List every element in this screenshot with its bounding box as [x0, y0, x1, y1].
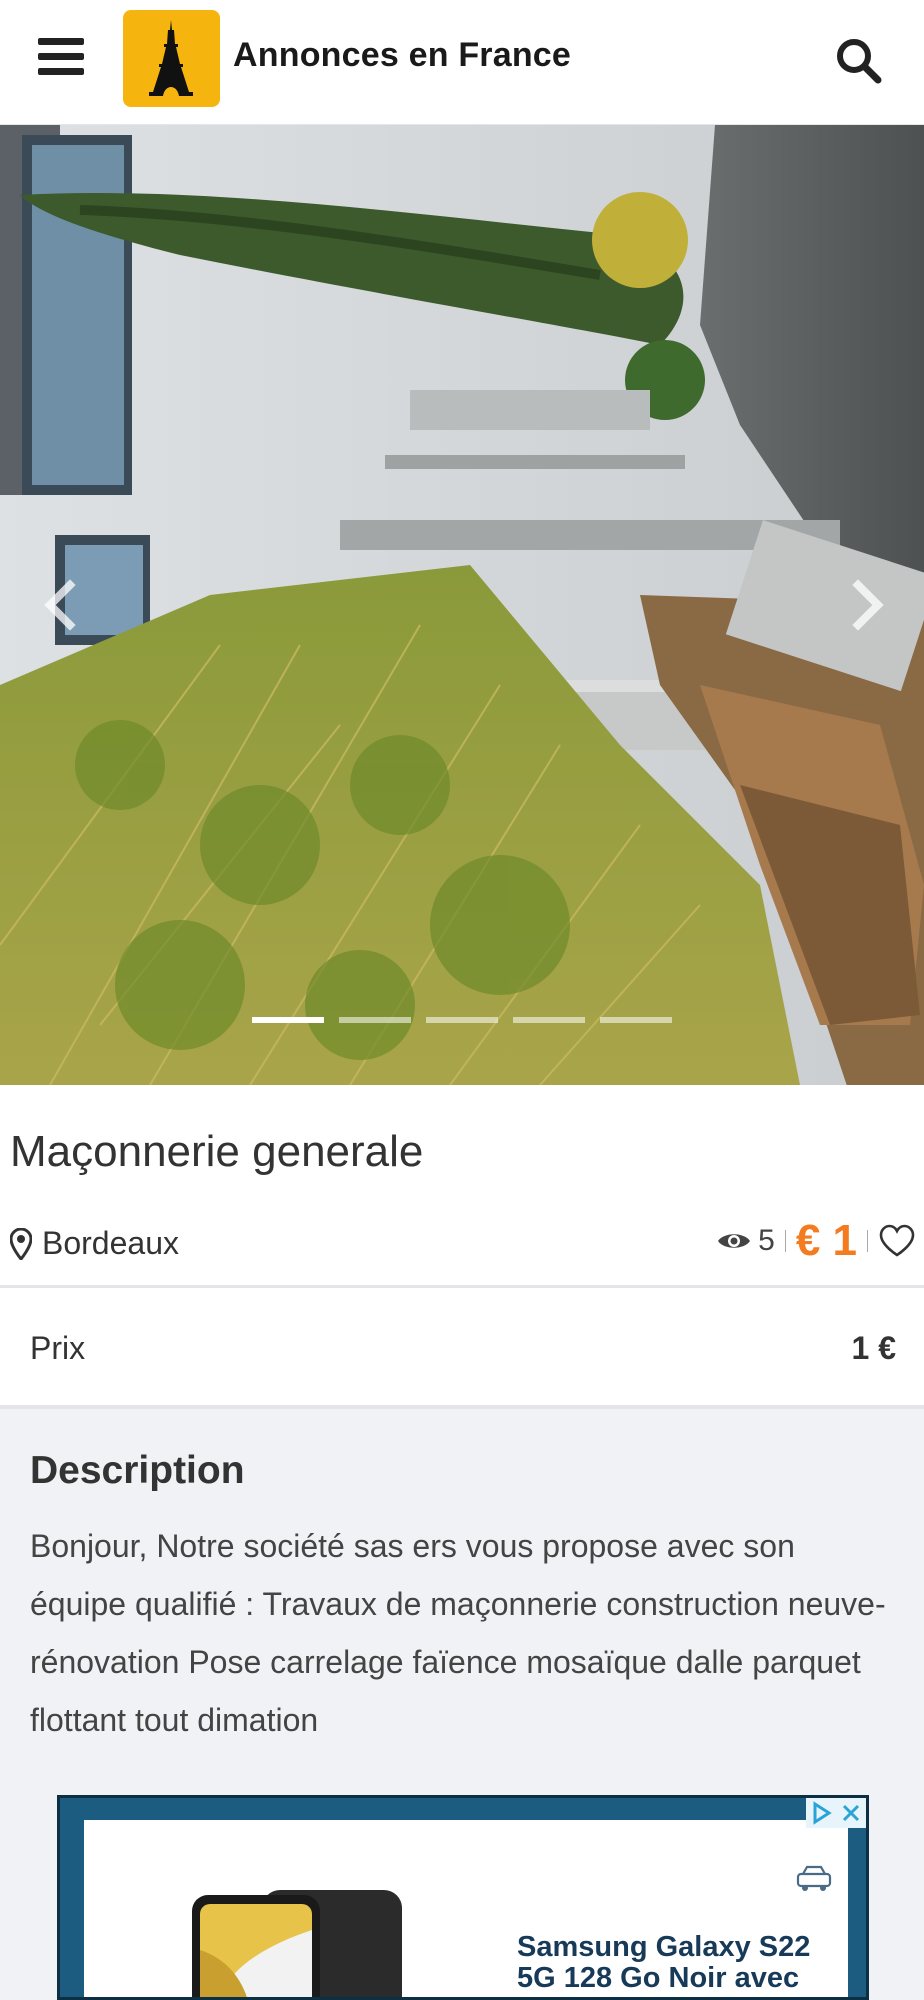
price-badge: € 1	[795, 1216, 857, 1265]
site-title[interactable]: Annonces en France	[233, 36, 571, 75]
eye-icon	[718, 1234, 751, 1248]
heart-icon[interactable]	[878, 1224, 916, 1258]
smartphone-image	[192, 1890, 402, 1997]
ad-choices[interactable]	[806, 1798, 866, 1828]
price-label: Prix	[30, 1330, 86, 1366]
location-text: Bordeaux	[42, 1225, 179, 1261]
advertisement[interactable]: Samsung Galaxy S22 5G 128 Go Noir avec u…	[57, 1795, 869, 2000]
image-carousel[interactable]	[0, 125, 924, 1085]
listing-location: Bordeaux	[10, 1225, 179, 1262]
ad-choices-icon[interactable]	[806, 1798, 836, 1828]
top-header: Annonces en France	[0, 0, 924, 125]
description-section: Description Bonjour, Notre société sas e…	[0, 1409, 924, 2000]
listing-title: Maçonnerie generale	[10, 1127, 424, 1176]
price-value: 1 €	[851, 1330, 896, 1366]
hamburger-menu-icon[interactable]	[38, 38, 84, 78]
car-share-icon	[796, 1865, 832, 1891]
carousel-indicator[interactable]	[600, 1017, 672, 1023]
listing-summary: Maçonnerie generale Bordeaux 5 € 1	[0, 1085, 924, 1288]
listing-photo	[0, 125, 924, 1085]
divider	[784, 1230, 786, 1252]
eiffel-tower-icon	[149, 20, 193, 96]
chevron-left-icon[interactable]	[30, 570, 90, 640]
ad-content[interactable]: Samsung Galaxy S22 5G 128 Go Noir avec u…	[84, 1820, 848, 1998]
listing-meta: 5 € 1	[716, 1213, 916, 1269]
site-logo[interactable]	[123, 10, 220, 107]
carousel-indicators	[252, 1017, 672, 1025]
view-count: 5	[758, 1224, 775, 1257]
ad-headline[interactable]: Samsung Galaxy S22 5G 128 Go Noir avec u…	[517, 1932, 837, 1998]
search-icon[interactable]	[834, 36, 882, 84]
description-text: Bonjour, Notre société sas ers vous prop…	[30, 1528, 886, 1738]
carousel-indicator[interactable]	[252, 1017, 324, 1023]
map-pin-icon	[10, 1227, 32, 1260]
carousel-indicator[interactable]	[426, 1017, 498, 1023]
close-icon[interactable]	[836, 1798, 866, 1828]
price-detail-row: Prix 1 €	[0, 1288, 924, 1409]
carousel-indicator[interactable]	[339, 1017, 411, 1023]
chevron-right-icon[interactable]	[838, 570, 898, 640]
carousel-indicator[interactable]	[513, 1017, 585, 1023]
divider	[867, 1230, 868, 1252]
description-heading: Description	[30, 1449, 245, 1492]
